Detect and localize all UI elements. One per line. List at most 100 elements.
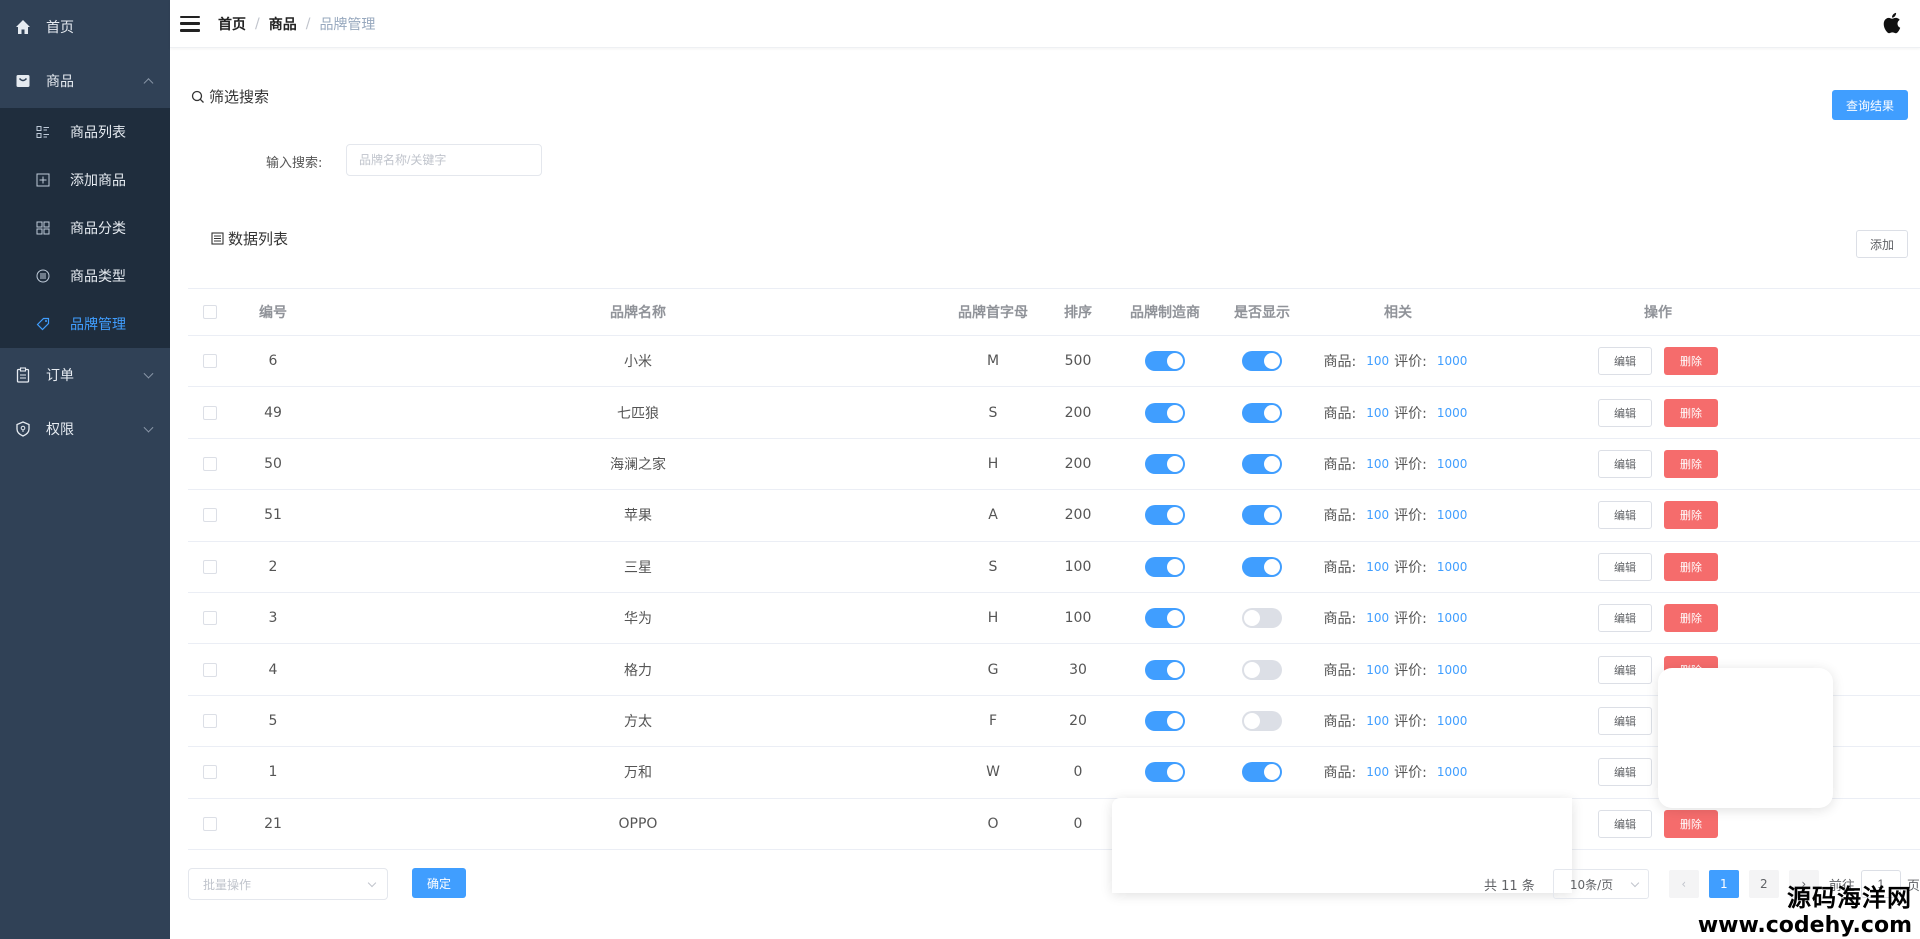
breadcrumb-separator: / — [255, 15, 260, 32]
manufacturer-toggle[interactable] — [1145, 505, 1185, 526]
confirm-batch-button[interactable]: 确定 — [412, 868, 466, 898]
edit-button[interactable]: 编辑 — [1598, 809, 1652, 838]
show-status-toggle[interactable] — [1242, 608, 1282, 629]
sidebar-item-goods[interactable]: 商品 — [0, 54, 170, 108]
manufacturer-toggle[interactable] — [1145, 762, 1185, 783]
show-status-toggle[interactable] — [1242, 556, 1282, 577]
col-header-id: 编号 — [259, 305, 287, 321]
show-status-toggle[interactable] — [1242, 710, 1282, 731]
query-results-button[interactable]: 查询结果 — [1832, 90, 1908, 120]
row-checkbox[interactable] — [203, 816, 217, 831]
edit-button[interactable]: 编辑 — [1598, 758, 1652, 787]
sidebar-item-home[interactable]: 首页 — [0, 0, 170, 54]
manufacturer-toggle[interactable] — [1145, 608, 1185, 629]
delete-button[interactable]: 删除 — [1664, 809, 1718, 838]
row-checkbox[interactable] — [203, 611, 217, 626]
show-status-toggle[interactable] — [1242, 402, 1282, 423]
sidebar-item-goods-category[interactable]: 商品分类 — [0, 204, 170, 252]
delete-button[interactable]: 删除 — [1664, 604, 1718, 633]
sidebar-item-brand-manage[interactable]: 品牌管理 — [0, 300, 170, 348]
show-status-toggle[interactable] — [1242, 505, 1282, 526]
manufacturer-toggle[interactable] — [1145, 710, 1185, 731]
related-info: 商品: 100 评价: 1000 — [1324, 505, 1473, 525]
batch-action-select[interactable]: 批量操作 — [188, 868, 388, 900]
row-checkbox[interactable] — [203, 508, 217, 523]
edit-button[interactable]: 编辑 — [1598, 347, 1652, 376]
delete-button[interactable]: 删除 — [1664, 552, 1718, 581]
prev-page-button[interactable]: ‹ — [1668, 870, 1699, 898]
sidebar-item-goods-type[interactable]: 商品类型 — [0, 252, 170, 300]
related-review-link[interactable]: 1000 — [1437, 457, 1468, 471]
related-review-link[interactable]: 1000 — [1437, 508, 1468, 522]
related-goods-link[interactable]: 100 — [1366, 457, 1389, 471]
edit-button[interactable]: 编辑 — [1598, 706, 1652, 735]
add-brand-button[interactable]: 添加 — [1856, 230, 1908, 258]
edit-button[interactable]: 编辑 — [1598, 449, 1652, 478]
sidebar-item-add-goods[interactable]: 添加商品 — [0, 156, 170, 204]
delete-button[interactable]: 删除 — [1664, 347, 1718, 376]
goods-submenu: 商品列表 添加商品 商品分类 商品类型 品牌管理 — [0, 108, 170, 348]
sidebar-item-label: 商品列表 — [70, 125, 126, 141]
row-checkbox[interactable] — [203, 456, 217, 471]
related-goods-link[interactable]: 100 — [1366, 611, 1389, 625]
edit-button[interactable]: 编辑 — [1598, 552, 1652, 581]
edit-button[interactable]: 编辑 — [1598, 501, 1652, 530]
list-icon — [36, 125, 50, 139]
delete-button[interactable]: 删除 — [1664, 501, 1718, 530]
manufacturer-toggle[interactable] — [1145, 659, 1185, 680]
order-clipboard-icon — [14, 366, 32, 384]
data-list-title-text: 数据列表 — [228, 230, 289, 248]
sidebar-item-orders[interactable]: 订单 — [0, 348, 170, 402]
show-status-toggle[interactable] — [1242, 453, 1282, 474]
delete-button[interactable]: 删除 — [1664, 398, 1718, 427]
related-info: 商品: 100 评价: 1000 — [1324, 557, 1473, 577]
manufacturer-toggle[interactable] — [1145, 556, 1185, 577]
related-review-link[interactable]: 1000 — [1437, 560, 1468, 574]
related-review-link[interactable]: 1000 — [1437, 765, 1468, 779]
select-all-checkbox[interactable] — [203, 305, 217, 319]
delete-button[interactable]: 删除 — [1664, 449, 1718, 478]
apple-logo-avatar-icon[interactable] — [1878, 8, 1908, 38]
hamburger-menu-icon[interactable] — [180, 15, 200, 32]
edit-button[interactable]: 编辑 — [1598, 655, 1652, 684]
related-review-link[interactable]: 1000 — [1437, 611, 1468, 625]
show-status-toggle[interactable] — [1242, 762, 1282, 783]
related-goods-link[interactable]: 100 — [1366, 406, 1389, 420]
related-goods-link[interactable]: 100 — [1366, 765, 1389, 779]
manufacturer-toggle[interactable] — [1145, 453, 1185, 474]
related-goods-link[interactable]: 100 — [1366, 663, 1389, 677]
sidebar-item-goods-list[interactable]: 商品列表 — [0, 108, 170, 156]
related-goods-link[interactable]: 100 — [1366, 560, 1389, 574]
breadcrumb-goods[interactable]: 商品 — [269, 14, 297, 34]
row-checkbox[interactable] — [203, 559, 217, 574]
breadcrumb-home[interactable]: 首页 — [218, 14, 246, 34]
chevron-down-icon — [367, 878, 377, 888]
related-review-link[interactable]: 1000 — [1437, 714, 1468, 728]
related-goods-link[interactable]: 100 — [1366, 714, 1389, 728]
related-goods-label: 商品: — [1323, 456, 1357, 473]
col-header-related: 相关 — [1384, 305, 1412, 321]
related-goods-link[interactable]: 100 — [1366, 508, 1389, 522]
page-size-select[interactable]: 10条/页 — [1552, 869, 1649, 899]
sidebar-item-permissions[interactable]: 权限 — [0, 402, 170, 456]
related-review-link[interactable]: 1000 — [1437, 354, 1468, 368]
table-row: 6 小米 M 500 商品: 100 评价: 1000 编辑 删除 — [188, 336, 1920, 388]
related-goods-link[interactable]: 100 — [1366, 354, 1389, 368]
related-review-link[interactable]: 1000 — [1437, 406, 1468, 420]
row-checkbox[interactable] — [203, 405, 217, 420]
row-checkbox[interactable] — [203, 713, 217, 728]
table-row: 3 华为 H 100 商品: 100 评价: 1000 编辑 删除 — [188, 593, 1920, 645]
chevron-up-icon — [143, 78, 154, 89]
manufacturer-toggle[interactable] — [1145, 402, 1185, 423]
search-input[interactable] — [346, 144, 542, 176]
related-goods-label: 商品: — [1323, 405, 1357, 422]
related-review-link[interactable]: 1000 — [1437, 663, 1468, 677]
manufacturer-toggle[interactable] — [1145, 351, 1185, 372]
edit-button[interactable]: 编辑 — [1598, 604, 1652, 633]
row-checkbox[interactable] — [203, 765, 217, 780]
show-status-toggle[interactable] — [1242, 659, 1282, 680]
row-checkbox[interactable] — [203, 662, 217, 677]
show-status-toggle[interactable] — [1242, 351, 1282, 372]
row-checkbox[interactable] — [203, 354, 217, 369]
edit-button[interactable]: 编辑 — [1598, 398, 1652, 427]
